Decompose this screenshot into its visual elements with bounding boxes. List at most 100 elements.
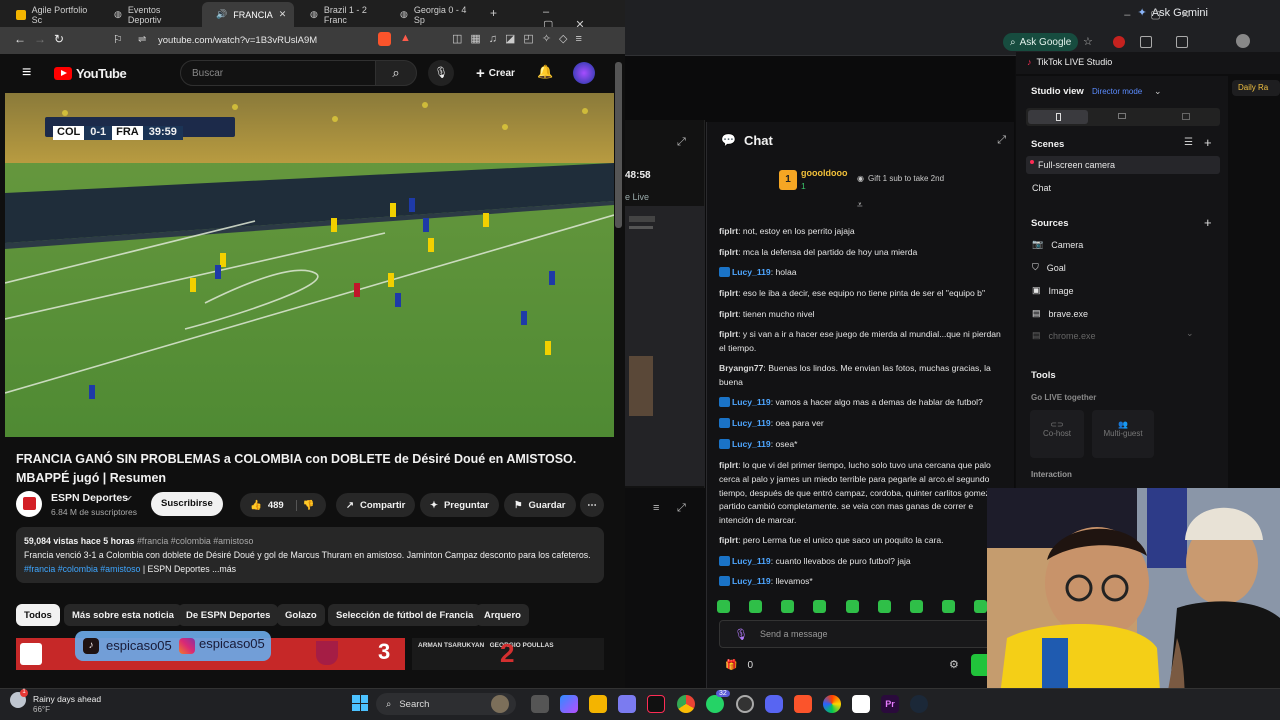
- emote-icon[interactable]: [909, 600, 923, 613]
- chevron-down-icon[interactable]: ⌄: [1154, 86, 1162, 97]
- chat-username[interactable]: fiplrt: [719, 309, 738, 319]
- channel-name[interactable]: ESPN Deportes: [51, 492, 128, 504]
- scene-chat[interactable]: Chat: [1032, 183, 1051, 193]
- top-gifter-name[interactable]: goooldooo: [801, 168, 847, 178]
- subscribe-button[interactable]: Suscribirse: [151, 492, 223, 516]
- reload-icon[interactable]: ↻: [54, 32, 64, 46]
- toolbar-extensions[interactable]: ◫▦♫◪◰✧◇≡: [452, 32, 590, 45]
- recommended-thumbnail-2[interactable]: ARMAN TSARUKYAN GEORGIO POULLAS 2: [412, 638, 604, 670]
- brave-icon[interactable]: [794, 695, 812, 713]
- youtube-logo[interactable]: YouTube: [54, 66, 127, 81]
- description-hashtags[interactable]: #francia #colombia #amistoso: [24, 564, 140, 574]
- description-box[interactable]: 59,084 vistas hace 5 horas #francia #col…: [16, 527, 604, 583]
- chat-username[interactable]: fiplrt: [719, 226, 738, 236]
- forward-arrow-icon[interactable]: →: [34, 32, 46, 46]
- chip-arquero[interactable]: Arquero: [476, 604, 529, 626]
- profile-avatar[interactable]: [1236, 34, 1250, 48]
- source-chrome[interactable]: ▤ chrome.exe: [1032, 330, 1096, 341]
- chat-username[interactable]: fiplrt: [719, 329, 738, 339]
- chat-username[interactable]: Lucy_119: [732, 418, 771, 428]
- copilot-icon[interactable]: [560, 695, 578, 713]
- chrome-icon[interactable]: [677, 695, 695, 713]
- daily-ranking-chip[interactable]: Daily Ra: [1232, 80, 1280, 96]
- chat-username[interactable]: Lucy_119: [732, 267, 771, 277]
- brave-rewards-icon[interactable]: ▲: [400, 32, 411, 44]
- list-icon[interactable]: ☰: [1184, 137, 1193, 148]
- photos-icon[interactable]: [823, 695, 841, 713]
- extensions-icon[interactable]: [1140, 36, 1152, 48]
- chat-username[interactable]: fiplrt: [719, 535, 738, 545]
- tab-eventos[interactable]: ◍ Eventos Deportiv: [106, 2, 202, 27]
- ask-google-button[interactable]: ⌕ Ask Google: [1003, 33, 1079, 51]
- chat-username[interactable]: Lucy_119: [732, 397, 771, 407]
- chat-username[interactable]: Lucy_119: [732, 576, 771, 586]
- new-tab-icon[interactable]: +: [490, 6, 497, 20]
- voice-search-icon[interactable]: 🎙: [428, 60, 454, 86]
- bookmark-icon[interactable]: ⚐: [113, 33, 123, 46]
- cohost-button[interactable]: ⊂⊃ Co-host: [1030, 410, 1084, 458]
- thumbs-down-icon[interactable]: 👎: [295, 499, 315, 511]
- file-explorer-icon[interactable]: [589, 695, 607, 713]
- more-actions-icon[interactable]: ⋯: [580, 493, 604, 517]
- add-source-icon[interactable]: +: [1204, 215, 1212, 230]
- portrait-option[interactable]: [1028, 110, 1088, 124]
- source-camera[interactable]: 📷 Camera: [1032, 239, 1083, 250]
- video-player[interactable]: COL 0-1 FRA 39:59: [5, 93, 614, 437]
- source-image[interactable]: ▣ Image: [1032, 285, 1074, 296]
- chat-username[interactable]: Lucy_119: [732, 556, 771, 566]
- chat-username[interactable]: Lucy_119: [732, 439, 771, 449]
- obs-icon[interactable]: [736, 695, 754, 713]
- discord-icon[interactable]: [765, 695, 783, 713]
- bookmark-star-icon[interactable]: ☆: [1083, 35, 1093, 48]
- close-tab-icon[interactable]: ✕: [279, 9, 287, 20]
- chat-input[interactable]: 🎙 Send a message: [719, 620, 1009, 648]
- emote-icon[interactable]: [974, 600, 987, 613]
- channel-avatar[interactable]: [16, 491, 42, 517]
- steam-icon[interactable]: [910, 695, 928, 713]
- window-controls[interactable]: –▢✕: [1124, 8, 1210, 21]
- tab-georgia[interactable]: ◍ Georgia 0 - 4 Sp: [392, 2, 484, 27]
- settings-gear-icon[interactable]: ⚙: [949, 658, 959, 671]
- mic-icon[interactable]: 🎙: [734, 628, 748, 641]
- search-input[interactable]: Buscar: [180, 60, 376, 86]
- ask-button[interactable]: ✦ Preguntar: [420, 493, 499, 517]
- notifications-bell-icon[interactable]: 🔔: [537, 64, 553, 80]
- chip-seleccion-francia[interactable]: Selección de fútbol de Francia: [328, 604, 482, 626]
- share-button[interactable]: ↗ Compartir: [336, 493, 416, 517]
- popout-icon[interactable]: ⤢: [677, 136, 686, 149]
- landscape-option[interactable]: [1118, 113, 1126, 119]
- chat-popout-icon[interactable]: ⤢: [997, 134, 1006, 147]
- weather-text[interactable]: Rainy days ahead: [33, 694, 101, 704]
- premiere-icon[interactable]: Pr: [881, 695, 899, 713]
- popout-icon-2[interactable]: ⤢: [677, 502, 686, 515]
- sidepanel-icon[interactable]: [1176, 36, 1188, 48]
- source-goal[interactable]: ⛉ Goal: [1032, 262, 1066, 273]
- save-button[interactable]: ⚑ Guardar: [504, 493, 576, 517]
- capcut-icon[interactable]: [852, 695, 870, 713]
- emote-icon[interactable]: [941, 600, 955, 613]
- chat-username[interactable]: fiplrt: [719, 288, 738, 298]
- add-scene-icon[interactable]: +: [1204, 135, 1212, 150]
- emote-icon[interactable]: [717, 600, 730, 613]
- start-windows-icon[interactable]: [352, 695, 368, 711]
- director-mode-toggle[interactable]: Director mode: [1092, 87, 1142, 96]
- emote-icon[interactable]: [749, 600, 763, 613]
- emote-icon[interactable]: [781, 600, 795, 613]
- hashtags[interactable]: #francia #colombia #amistoso: [137, 536, 253, 546]
- search-button[interactable]: ⌕: [375, 60, 417, 86]
- back-arrow-icon[interactable]: ←: [14, 32, 26, 46]
- page-scrollbar[interactable]: [615, 62, 622, 228]
- filter-icon[interactable]: ≡: [653, 502, 659, 514]
- create-button[interactable]: + Crear: [468, 62, 523, 84]
- tab-agile[interactable]: Agile Portfolio Sc: [8, 2, 106, 27]
- site-info-icon[interactable]: ⇌: [138, 34, 146, 45]
- hamburger-menu-icon[interactable]: ≡: [22, 64, 31, 82]
- chat-username[interactable]: fiplrt: [719, 247, 738, 257]
- chat-username[interactable]: Bryangn77: [719, 363, 763, 373]
- whatsapp-icon[interactable]: [706, 695, 724, 713]
- app-icon[interactable]: [618, 695, 636, 713]
- emote-icon[interactable]: [813, 600, 827, 613]
- chip-espn[interactable]: De ESPN Deportes: [178, 604, 279, 626]
- emote-icon[interactable]: [845, 600, 859, 613]
- source-brave[interactable]: ▤ brave.exe: [1032, 308, 1088, 319]
